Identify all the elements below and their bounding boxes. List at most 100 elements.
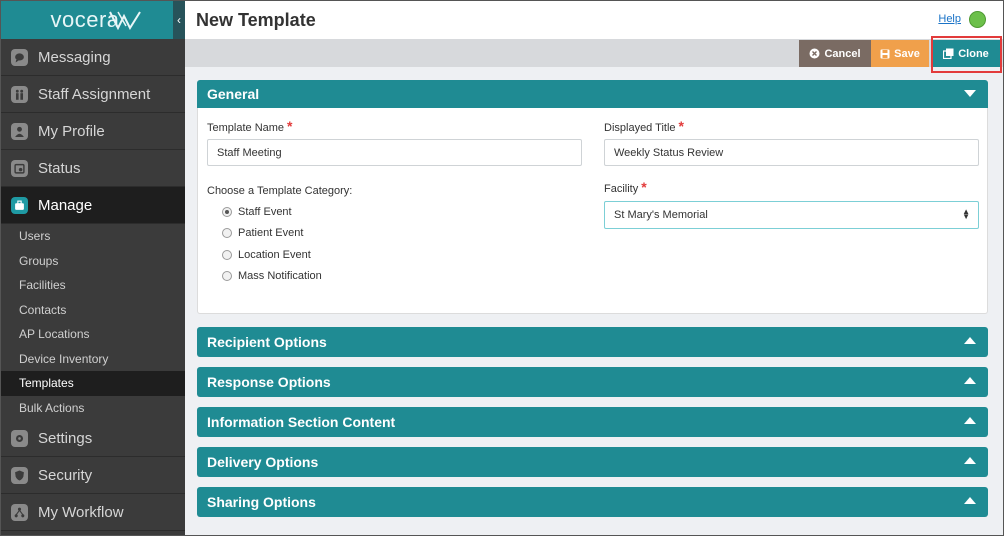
displayed-title-label-text: Displayed Title [604,122,676,134]
action-toolbar: Cancel Save Clone [185,39,1003,67]
submenu-item-users[interactable]: Users [1,224,185,249]
chevron-left-icon: ‹ [177,13,181,27]
sidebar-item-label: My Workflow [38,503,124,521]
category-option-staff-event[interactable]: Staff Event [222,206,292,218]
category-option-location-event[interactable]: Location Event [222,249,311,261]
radio-button[interactable] [222,228,232,238]
general-section-header[interactable]: General [197,80,988,108]
facility-label: Facility * [604,179,647,195]
submenu-item-groups[interactable]: Groups [1,249,185,274]
sidebar-item-manage[interactable]: Manage [1,187,185,224]
delivery-options-section-header[interactable]: Delivery Options [197,447,988,477]
page-title: New Template [196,9,316,30]
sidebar: vocera ‹ Messaging Staff Assignment My P… [1,1,185,535]
submenu-item-contacts[interactable]: Contacts [1,298,185,323]
section-title: Sharing Options [207,494,316,510]
cancel-button[interactable]: Cancel [799,40,871,67]
sidebar-item-label: Status [38,159,81,177]
close-circle-icon [809,48,820,59]
caret-up-icon [964,417,976,424]
category-option-patient-event[interactable]: Patient Event [222,227,303,239]
sidebar-item-label: Settings [38,429,93,447]
sidebar-item-my-workflow[interactable]: My Workflow [1,494,185,531]
information-section-content-header[interactable]: Information Section Content [197,407,988,437]
workflow-icon [11,503,28,521]
profile-icon [11,122,28,140]
facility-selected-value: St Mary's Memorial [614,209,708,221]
sidebar-item-label: Messaging [38,48,111,66]
sidebar-item-messaging[interactable]: Messaging [1,39,185,76]
sidebar-item-settings[interactable]: Settings [1,420,185,457]
shield-icon [11,466,28,484]
floppy-disk-icon [880,49,890,58]
save-label: Save [894,47,920,60]
sharing-options-section-header[interactable]: Sharing Options [197,487,988,517]
section-title: Delivery Options [207,454,319,470]
required-asterisk: * [678,118,684,134]
submenu-item-bulk-actions[interactable]: Bulk Actions [1,396,185,421]
sidebar-item-my-profile[interactable]: My Profile [1,113,185,150]
facility-label-text: Facility [604,183,639,195]
save-button[interactable]: Save [871,40,929,67]
radio-button[interactable] [222,271,232,281]
header: New Template Help [185,1,1003,39]
required-asterisk: * [287,118,293,134]
cancel-label: Cancel [824,47,861,60]
sidebar-item-label: Staff Assignment [38,85,151,103]
gear-icon [11,429,28,447]
sidebar-item-label: My Profile [38,122,105,140]
caret-up-icon [964,457,976,464]
displayed-title-input[interactable]: Weekly Status Review [604,139,979,166]
facility-select[interactable]: St Mary's Memorial ▲ ▼ [604,201,979,229]
category-option-mass-notification[interactable]: Mass Notification [222,270,322,282]
section-title: Recipient Options [207,334,327,350]
submenu-item-device-inventory[interactable]: Device Inventory [1,347,185,372]
template-name-label: Template Name * [207,118,293,134]
main-content: New Template Help Cancel Save Clone Gene… [185,1,1003,535]
general-section-body: Template Name * Staff Meeting Displayed T… [197,108,988,314]
sidebar-collapse-button[interactable]: ‹ [173,1,185,39]
sidebar-item-label: Manage [38,196,93,214]
vocera-logo-mark-icon [109,11,141,30]
radio-button[interactable] [222,250,232,260]
help-link[interactable]: Help [938,13,961,25]
caret-up-icon [964,497,976,504]
chat-icon [11,48,28,66]
status-icon [11,159,28,177]
required-asterisk: * [641,179,647,195]
template-name-label-text: Template Name [207,122,285,134]
radio-button[interactable] [222,207,232,217]
template-form: General Template Name * Staff Meeting Dis… [197,80,988,517]
sidebar-item-label: Security [38,466,93,484]
submenu-item-facilities[interactable]: Facilities [1,273,185,298]
caret-up-icon [964,337,976,344]
displayed-title-label: Displayed Title * [604,118,684,134]
radio-label: Location Event [238,249,311,261]
clone-button-highlight [931,36,1002,73]
response-options-section-header[interactable]: Response Options [197,367,988,397]
category-label: Choose a Template Category: [207,185,353,197]
submenu-item-ap-locations[interactable]: AP Locations [1,322,185,347]
manage-submenu: Users Groups Facilities Contacts AP Loca… [1,224,185,420]
logo-bar: vocera ‹ [1,1,185,39]
submenu-item-templates[interactable]: Templates [1,371,185,396]
radio-label: Staff Event [238,206,292,218]
briefcase-icon [11,196,28,214]
radio-label: Mass Notification [238,270,322,282]
section-title: Response Options [207,374,331,390]
recipient-options-section-header[interactable]: Recipient Options [197,327,988,357]
sidebar-item-security[interactable]: Security [1,457,185,494]
caret-up-icon [964,377,976,384]
staff-icon [11,85,28,103]
sidebar-item-staff-assignment[interactable]: Staff Assignment [1,76,185,113]
status-indicator-icon[interactable] [969,11,986,28]
template-name-value: Staff Meeting [217,146,282,159]
displayed-title-value: Weekly Status Review [614,146,724,159]
sidebar-item-status[interactable]: Status [1,150,185,187]
section-title: General [207,86,260,102]
template-name-input[interactable]: Staff Meeting [207,139,582,166]
radio-label: Patient Event [238,227,304,239]
section-title: Information Section Content [207,414,396,430]
caret-down-icon [964,90,976,97]
select-arrows-icon: ▲ ▼ [962,207,970,221]
